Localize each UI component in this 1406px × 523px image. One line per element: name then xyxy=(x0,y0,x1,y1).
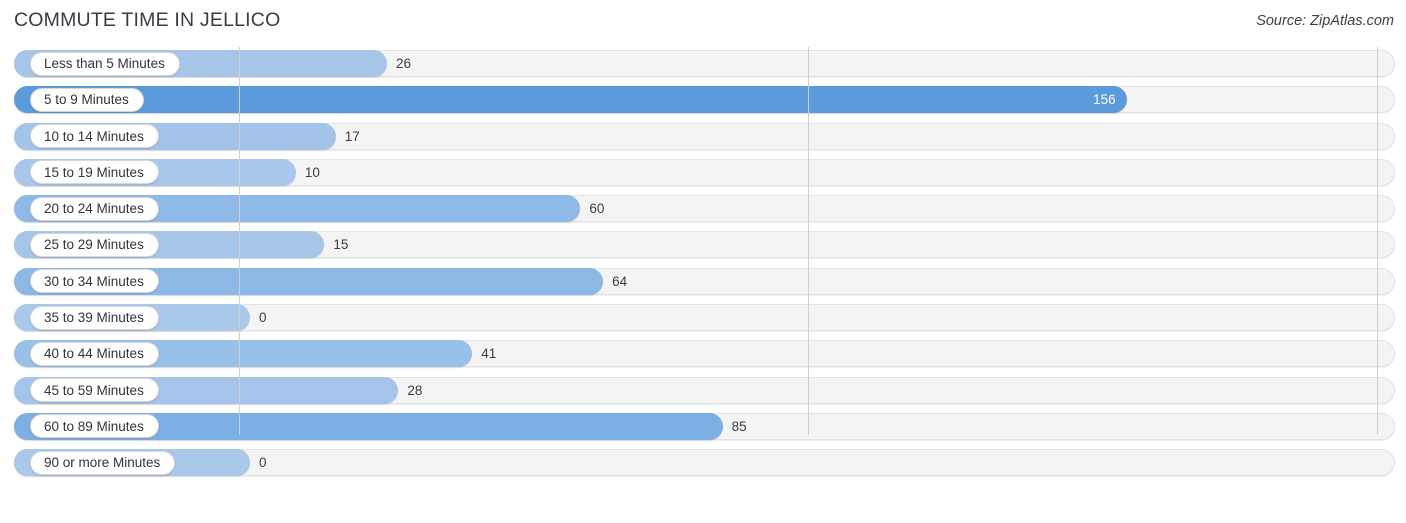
bar-row[interactable]: 15 to 19 Minutes 10 xyxy=(0,156,1406,192)
plot-area: Less than 5 Minutes 26 5 to 9 Minutes 156 10… xyxy=(0,47,1406,487)
bar-rows: Less than 5 Minutes 26 5 to 9 Minutes 156 10… xyxy=(0,47,1406,483)
bar-row[interactable]: 10 to 14 Minutes 17 xyxy=(0,120,1406,156)
bar-row[interactable]: 40 to 44 Minutes 41 xyxy=(0,337,1406,373)
bar-row[interactable]: Less than 5 Minutes 26 xyxy=(0,47,1406,83)
category-label-pill: 20 to 24 Minutes xyxy=(30,196,159,221)
category-label-pill: Less than 5 Minutes xyxy=(30,51,180,76)
category-label-pill: 35 to 39 Minutes xyxy=(30,305,159,330)
category-label-pill: 25 to 29 Minutes xyxy=(30,232,159,257)
value-label: 15 xyxy=(333,237,349,253)
category-label-pill: 90 or more Minutes xyxy=(30,450,176,475)
value-bar[interactable] xyxy=(14,86,1127,114)
category-label-pill: 45 to 59 Minutes xyxy=(30,378,159,403)
bar-row[interactable]: 45 to 59 Minutes 28 xyxy=(0,374,1406,410)
value-label: 0 xyxy=(259,455,267,471)
value-label: 85 xyxy=(731,418,747,434)
bar-row[interactable]: 60 to 89 Minutes 85 xyxy=(0,410,1406,446)
bar-row[interactable]: 35 to 39 Minutes 0 xyxy=(0,301,1406,337)
chart-container: COMMUTE TIME IN JELLICO Source: ZipAtlas… xyxy=(0,0,1406,523)
category-label-pill: 15 to 19 Minutes xyxy=(30,160,159,185)
category-label-pill: 60 to 89 Minutes xyxy=(30,414,159,439)
category-label-pill: 30 to 34 Minutes xyxy=(30,269,159,294)
value-label: 41 xyxy=(481,346,497,362)
value-label: 156 xyxy=(1093,92,1116,108)
value-label: 17 xyxy=(344,128,360,144)
bar-row[interactable]: 5 to 9 Minutes 156 xyxy=(0,83,1406,119)
bar-row[interactable]: 30 to 34 Minutes 64 xyxy=(0,265,1406,301)
value-label: 26 xyxy=(395,56,411,71)
gridline xyxy=(808,47,809,435)
category-label-pill: 10 to 14 Minutes xyxy=(30,124,159,149)
bar-row[interactable]: 25 to 29 Minutes 15 xyxy=(0,228,1406,264)
value-label: 60 xyxy=(589,201,605,217)
value-label: 28 xyxy=(407,382,423,398)
source-attribution: Source: ZipAtlas.com xyxy=(1256,13,1394,29)
bar-row[interactable]: 20 to 24 Minutes 60 xyxy=(0,192,1406,228)
value-label: 0 xyxy=(259,310,267,326)
gridline xyxy=(1377,47,1378,435)
category-label-pill: 5 to 9 Minutes xyxy=(30,87,144,112)
page-title: COMMUTE TIME IN JELLICO xyxy=(14,9,281,31)
category-label-pill: 40 to 44 Minutes xyxy=(30,341,159,366)
value-label: 10 xyxy=(304,164,320,180)
value-label: 64 xyxy=(612,273,628,289)
bar-row[interactable]: 90 or more Minutes 0 xyxy=(0,446,1406,482)
gridline xyxy=(239,47,240,435)
